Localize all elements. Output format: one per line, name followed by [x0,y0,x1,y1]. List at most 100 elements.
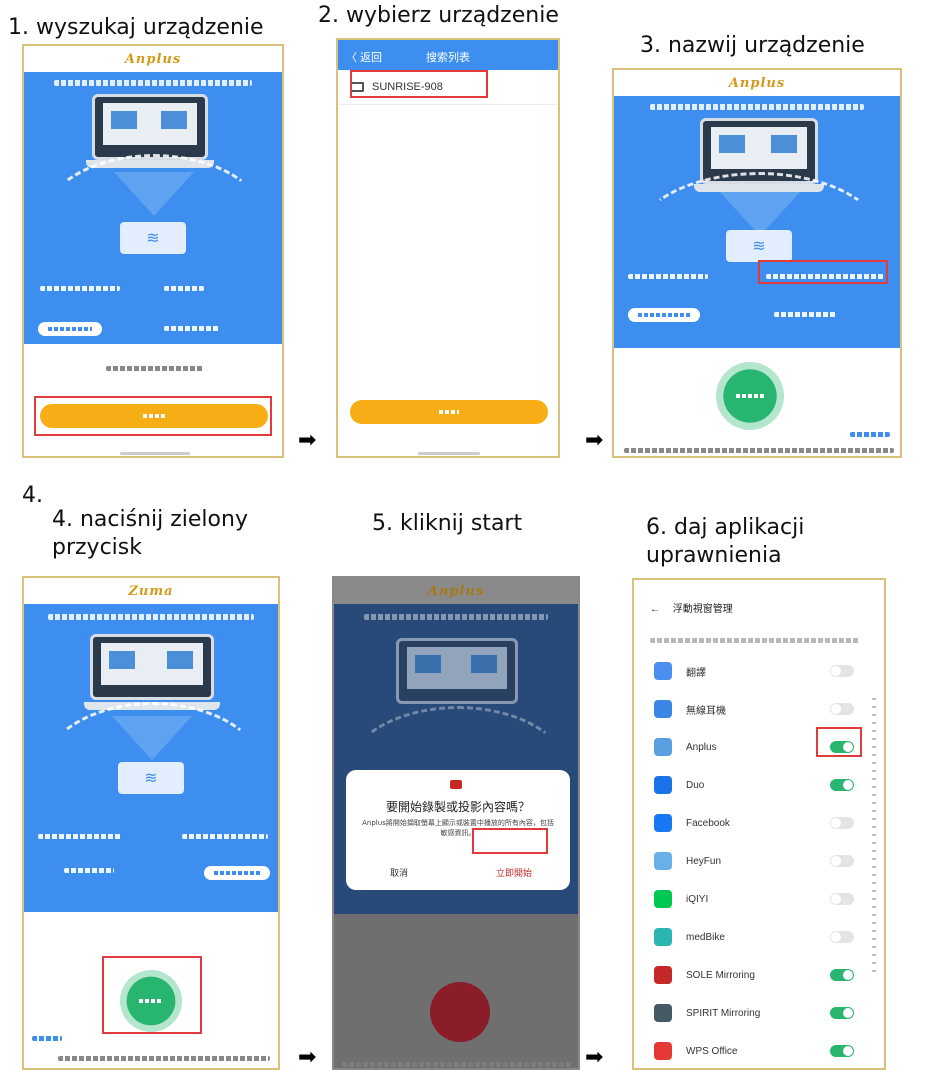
back-arrow-icon[interactable]: ← [650,604,660,615]
app-permission-row[interactable]: 翻譯 [634,656,884,686]
wifi-settings-button[interactable] [628,308,700,322]
anplus-logo: Anplus [124,51,182,67]
app-permission-row[interactable]: Duo [634,770,884,800]
beam-shape [114,172,194,216]
app-permission-row[interactable]: 無線耳機 [634,694,884,724]
settings-description [650,638,860,643]
app-blue-panel: ≋ [24,604,278,912]
status-label [774,312,836,317]
bike-icon [654,928,672,946]
hint-text [54,80,252,86]
highlight-screen-name [758,260,888,284]
translate-icon [654,662,672,680]
app-name: WPS Office [686,1045,738,1057]
disconnect-link[interactable] [32,1036,62,1041]
permission-toggle[interactable] [830,893,854,905]
footer-hint [624,448,894,453]
app-permission-row[interactable]: HeyFun [634,846,884,876]
phone-screen-step5: Anplus 要開始錄製或投影內容嗎？ Anplus將開始擷取螢幕上顯示或裝置中… [332,576,580,1070]
arrow-right-icon: ➡ [585,428,604,453]
app-permission-row[interactable]: iQIYI [634,884,884,914]
phone-screen-step2: 〈 返回 搜索列表 SUNRISE-908 [336,38,560,458]
start-projection-button[interactable] [716,362,784,430]
app-permission-row[interactable]: Facebook [634,808,884,838]
search-hint-text [106,366,204,371]
beam-shape [112,716,192,760]
highlight-start-now [472,828,548,854]
caption-step4: 4. naciśnij zielony przycisk [52,507,248,560]
app-name: 翻譯 [686,667,706,679]
app-logo-bar: Anplus [614,70,900,96]
app-logo-bar: Anplus [24,46,282,72]
start-projection-button[interactable] [430,982,490,1042]
wifi-icon: ≋ [726,230,792,262]
app-name: SOLE Mirroring [686,969,755,981]
device-label [38,834,122,839]
heyfun-icon [654,852,672,870]
highlight-anplus-toggle [816,727,862,757]
app-logo-bar: Zuma [24,578,278,604]
permission-toggle[interactable] [830,969,854,981]
app-name: iQIYI [686,893,709,905]
wifi-settings-button[interactable] [38,322,102,336]
status-label [64,868,114,873]
headphones-icon [654,700,672,718]
hint-text [650,104,864,110]
stop-search-button[interactable] [350,400,548,424]
app-permission-row[interactable]: SPIRIT Mirroring [634,998,884,1028]
permission-toggle[interactable] [830,817,854,829]
caption-step2: 2. wybierz urządzenie [318,3,559,28]
app-permission-row[interactable]: medBike [634,922,884,952]
disconnect-link[interactable] [850,432,890,437]
sole-icon [654,966,672,984]
app-blue-panel: ≋ [614,96,900,348]
wifi-name-label [628,274,708,279]
highlight-device-row [350,70,488,98]
alphabet-index[interactable] [872,698,876,978]
caption-step1: 1. wyszukaj urządzenie [8,15,264,40]
footer-hint [58,1056,270,1061]
anplus-icon [654,738,672,756]
status-label [164,326,220,331]
page-title: 浮動視窗管理 [672,604,733,615]
wps-icon [654,1042,672,1060]
app-name: Facebook [686,817,730,829]
permission-toggle[interactable] [830,855,854,867]
wifi-icon: ≋ [120,222,186,254]
back-button[interactable]: 〈 返回 [346,49,382,65]
wifi-settings-button[interactable] [204,866,270,880]
app-blue-panel: ≋ [24,72,282,344]
cancel-button[interactable]: 取消 [390,866,408,879]
spirit-icon [654,1004,672,1022]
screen-name-label [164,286,204,291]
caption-step4-number: 4. [22,483,43,508]
permission-toggle[interactable] [830,1045,854,1057]
app-name: SPIRIT Mirroring [686,1007,761,1019]
nav-header: 〈 返回 搜索列表 [338,40,558,70]
iqiyi-icon [654,890,672,908]
app-permission-row[interactable]: SOLE Mirroring [634,960,884,990]
arrow-right-icon: ➡ [298,1045,317,1070]
phone-screen-step6: ← 浮動視窗管理 翻譯無線耳機 Anplus Duo Facebook HeyFun iQ… [632,578,886,1070]
divider [338,104,558,105]
anplus-logo: Zuma [128,583,174,599]
app-name: Anplus [686,741,717,753]
cast-icon [450,780,462,789]
app-permission-row[interactable]: WPS Office [634,1036,884,1066]
permission-toggle[interactable] [830,665,854,677]
permission-toggle[interactable] [830,931,854,943]
anplus-logo: Anplus [427,583,485,599]
start-now-button[interactable]: 立即開始 [496,866,532,879]
permission-toggle[interactable] [830,703,854,715]
permission-toggle[interactable] [830,1007,854,1019]
highlight-green-button [102,956,202,1034]
permission-toggle[interactable] [830,779,854,791]
video-icon [654,776,672,794]
arrow-right-icon: ➡ [298,428,317,453]
app-name: HeyFun [686,855,722,867]
home-indicator [418,452,480,455]
dialog-title: 要開始錄製或投影內容嗎？ [385,800,530,814]
home-indicator [120,452,190,455]
app-logo-bar: Anplus [334,578,578,604]
footer-hint [342,1062,572,1067]
